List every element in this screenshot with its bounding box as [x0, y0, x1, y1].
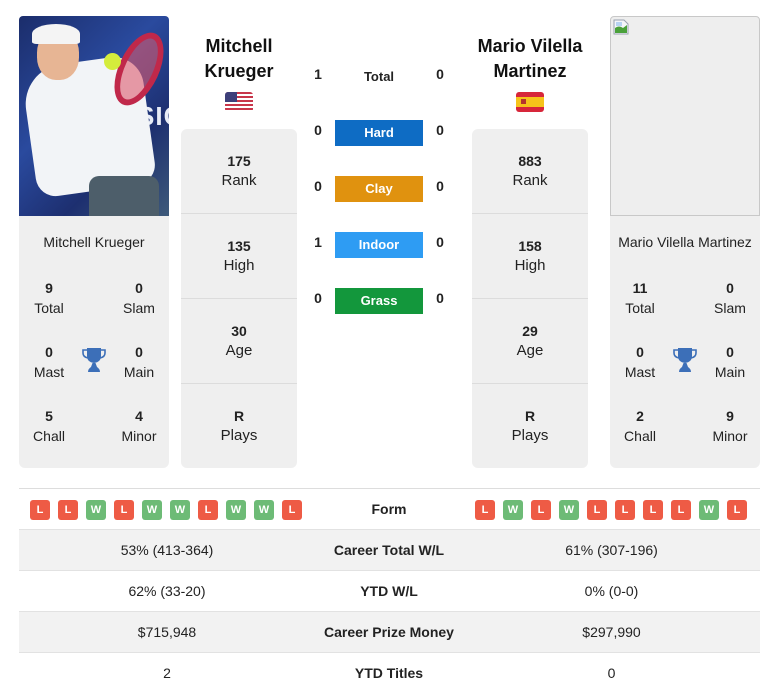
form-badge-win[interactable]: W	[559, 500, 579, 520]
titles-chall-right: 2 Chall	[624, 408, 656, 444]
h2h-clay-right: 0	[436, 178, 444, 194]
surface-clay-button[interactable]: Clay	[335, 176, 423, 202]
surface-hard-button[interactable]: Hard	[335, 120, 423, 146]
rank-left: 175 Rank	[181, 129, 297, 214]
form-badge-loss[interactable]: L	[671, 500, 691, 520]
broken-image-icon	[613, 19, 629, 35]
spain-flag-icon	[516, 92, 544, 112]
titles-chall-left: 5 Chall	[33, 408, 65, 444]
player-name-left[interactable]: Mitchell Krueger	[19, 234, 169, 250]
h2h-total-label: Total	[363, 69, 395, 84]
stat-right-value: 0% (0-0)	[584, 583, 639, 599]
player-name-right[interactable]: Mario Vilella Martinez	[610, 234, 760, 250]
rank-right: 883 Rank	[472, 129, 588, 214]
h2h-hard-right: 0	[436, 122, 444, 138]
form-badge-win[interactable]: W	[142, 500, 162, 520]
stat-left-value: 2	[163, 665, 171, 681]
form-badge-win[interactable]: W	[170, 500, 190, 520]
stat-row-ytd-wl: 62% (33-20) YTD W/L 0% (0-0)	[19, 571, 760, 612]
form-badge-loss[interactable]: L	[198, 500, 218, 520]
ranking-card-right: 883 Rank 158 High 29 Age R Plays	[472, 129, 588, 468]
titles-card-right: Mario Vilella Martinez 11 Total 0 Slam 0…	[610, 216, 760, 468]
high-left: 135 High	[181, 214, 297, 299]
titles-minor-left: 4 Minor	[121, 408, 157, 444]
trophy-icon	[673, 348, 697, 372]
stat-row-ytd-titles: 2 YTD Titles 0	[19, 653, 760, 694]
form-badge-loss[interactable]: L	[727, 500, 747, 520]
titles-total-left: 9 Total	[34, 280, 64, 316]
h2h-indoor-right: 0	[436, 234, 444, 250]
form-badge-loss[interactable]: L	[58, 500, 78, 520]
trophy-icon	[82, 348, 106, 372]
player-photo-right	[610, 16, 760, 216]
age-right: 29 Age	[472, 299, 588, 384]
stat-label: Career Total W/L	[333, 542, 445, 558]
h2h-total-right: 0	[436, 66, 444, 82]
player-name-heading-right[interactable]: Mario Vilella Martinez	[460, 34, 600, 84]
tennis-ball	[104, 53, 121, 70]
form-badge-win[interactable]: W	[699, 500, 719, 520]
stat-left-value: 53% (413-364)	[120, 542, 214, 558]
h2h-indoor-left: 1	[314, 234, 322, 250]
stat-left-value: 62% (33-20)	[128, 583, 206, 599]
titles-main-right: 0 Main	[714, 344, 746, 380]
form-badge-win[interactable]: W	[86, 500, 106, 520]
form-badge-win[interactable]: W	[503, 500, 523, 520]
form-badge-win[interactable]: W	[226, 500, 246, 520]
form-badge-loss[interactable]: L	[30, 500, 50, 520]
form-badge-win[interactable]: W	[254, 500, 274, 520]
form-badge-loss[interactable]: L	[531, 500, 551, 520]
stat-right-value: $297,990	[582, 624, 641, 640]
form-row: LLWLWWLWWL Form LWLWLLLLWL	[19, 489, 760, 530]
h2h-clay-left: 0	[314, 178, 322, 194]
surface-grass-button[interactable]: Grass	[335, 288, 423, 314]
form-badge-loss[interactable]: L	[282, 500, 302, 520]
stat-right-value: 61% (307-196)	[565, 542, 658, 558]
form-badge-loss[interactable]: L	[587, 500, 607, 520]
titles-slam-left: 0 Slam	[123, 280, 155, 316]
titles-main-left: 0 Main	[123, 344, 155, 380]
stat-left-value: $715,948	[137, 624, 197, 640]
stat-right-value: 0	[607, 665, 616, 681]
player-name-heading-left[interactable]: Mitchell Krueger	[169, 34, 309, 84]
stat-row-career-wl: 53% (413-364) Career Total W/L 61% (307-…	[19, 530, 760, 571]
stat-row-prize-money: $715,948 Career Prize Money $297,990	[19, 612, 760, 653]
titles-mast-right: 0 Mast	[624, 344, 656, 380]
h2h-grass-right: 0	[436, 290, 444, 306]
form-label: Form	[371, 501, 407, 517]
form-badge-loss[interactable]: L	[475, 500, 495, 520]
titles-mast-left: 0 Mast	[33, 344, 65, 380]
titles-slam-right: 0 Slam	[714, 280, 746, 316]
form-badges-left: LLWLWWLWWL	[30, 500, 302, 520]
player-photo-left: SIC	[19, 16, 169, 216]
h2h-total-left: 1	[314, 66, 322, 82]
surface-indoor-button[interactable]: Indoor	[335, 232, 423, 258]
titles-card-left: Mitchell Krueger 9 Total 0 Slam 0 Mast 0…	[19, 216, 169, 468]
form-badge-loss[interactable]: L	[114, 500, 134, 520]
h2h-hard-left: 0	[314, 122, 322, 138]
stat-label: Career Prize Money	[324, 624, 454, 640]
age-left: 30 Age	[181, 299, 297, 384]
usa-flag-icon	[225, 92, 253, 112]
ranking-card-left: 175 Rank 135 High 30 Age R Plays	[181, 129, 297, 468]
h2h-grass-left: 0	[314, 290, 322, 306]
plays-right: R Plays	[511, 408, 549, 444]
form-badges-right: LWLWLLLLWL	[475, 500, 747, 520]
high-right: 158 High	[472, 214, 588, 299]
titles-minor-right: 9 Minor	[712, 408, 748, 444]
form-badge-loss[interactable]: L	[643, 500, 663, 520]
stat-label: YTD Titles	[354, 665, 424, 681]
form-badge-loss[interactable]: L	[615, 500, 635, 520]
plays-left: R Plays	[220, 408, 258, 444]
stat-label: YTD W/L	[360, 583, 418, 599]
titles-total-right: 11 Total	[625, 280, 655, 316]
